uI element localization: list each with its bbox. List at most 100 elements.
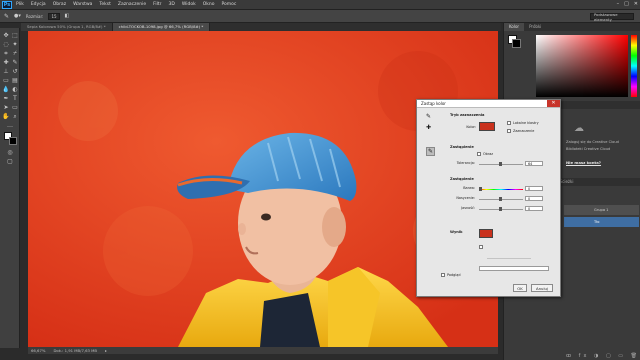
brush-preset-icon[interactable]: ●▾ xyxy=(14,13,21,19)
tab-color[interactable]: Kolor xyxy=(504,23,525,31)
gradient-tool-icon[interactable]: ▤ xyxy=(11,77,19,84)
screen-mode-icon[interactable]: ▢ xyxy=(6,158,14,165)
more-tools-icon[interactable]: … xyxy=(6,122,14,129)
healing-tool-icon[interactable]: ✚ xyxy=(2,59,10,66)
options-bar: ✎ ●▾ Rozmiar: 15 ◧ Podstawowe elementy xyxy=(0,10,640,23)
section-result: Wynik xyxy=(450,230,463,234)
layer-footer-icons[interactable]: ꝏ fx ◑ ▢ ▭ 🗑 xyxy=(566,353,640,359)
menu-item-pomoc[interactable]: Pomoc xyxy=(221,2,236,7)
fuzz-label: Tolerancja: xyxy=(456,161,475,165)
eyedropper-icon[interactable]: ✎ xyxy=(426,113,431,120)
brush-size-field[interactable]: 15 xyxy=(48,12,60,20)
preview-label: Podgląd xyxy=(447,273,461,277)
layer-row-background[interactable]: Tło xyxy=(564,217,639,227)
menu-item-widok[interactable]: Widok xyxy=(182,2,196,7)
cc-signin-text: Zaloguj się do Creative Cloud xyxy=(566,140,619,144)
selection-preview-icon[interactable]: ✎ xyxy=(426,147,435,156)
menu-item-tekst[interactable]: Tekst xyxy=(99,2,110,7)
fuzz-slider[interactable] xyxy=(479,162,523,166)
saturation-slider[interactable] xyxy=(479,197,523,201)
document-tab-child[interactable]: child-TOCKOB-1098.jpg @ 66,7% (RGB/8#) * xyxy=(112,23,211,31)
lightness-slider[interactable] xyxy=(479,207,523,211)
menu-item-edycja[interactable]: Edycja xyxy=(31,2,46,7)
quick-select-tool-icon[interactable]: ✦ xyxy=(11,41,19,48)
menu-bar: Ps Plik Edycja Obraz Warstwa Tekst Zazna… xyxy=(0,0,640,10)
crop-tool-icon[interactable]: ⌗ xyxy=(2,50,10,57)
background-color-swatch[interactable] xyxy=(9,137,17,145)
creative-cloud-icon: ☁ xyxy=(574,123,584,134)
type-tool-icon[interactable]: T xyxy=(11,95,19,102)
history-brush-tool-icon[interactable]: ↺ xyxy=(11,68,19,75)
document-tab-sepia[interactable]: Sepia Kolorowa 50% (Grupa 1, RGB/8#) * xyxy=(21,23,113,31)
marquee-tool-icon[interactable]: ⬚ xyxy=(11,32,19,39)
section-fuzz: Zastąpienie xyxy=(450,145,474,149)
color-picker-field[interactable] xyxy=(536,35,628,97)
brush-tool-icon[interactable]: ✎ xyxy=(11,59,19,66)
preview-checkbox[interactable] xyxy=(441,273,445,277)
tool-preset-icon[interactable]: ✎ xyxy=(4,13,9,20)
hand-tool-icon[interactable]: ✋ xyxy=(2,113,10,120)
menu-item-3d[interactable]: 3D xyxy=(169,2,175,7)
local-clusters-checkbox[interactable] xyxy=(507,121,511,125)
move-tool-icon[interactable]: ✥ xyxy=(2,32,10,39)
zoom-level[interactable]: 66,67% xyxy=(31,348,45,353)
dodge-tool-icon[interactable]: ◐ xyxy=(11,86,19,93)
maximize-button[interactable]: □ xyxy=(624,1,629,7)
hue-slider[interactable] xyxy=(631,35,637,97)
menu-item-plik[interactable]: Plik xyxy=(16,2,24,7)
hue-adjust-slider[interactable] xyxy=(479,187,523,191)
path-select-tool-icon[interactable]: ➤ xyxy=(2,104,10,111)
result-color-swatch[interactable] xyxy=(479,229,493,238)
preview-checkbox-2[interactable] xyxy=(479,245,483,249)
cc-account-link[interactable]: Nie masz konta? xyxy=(566,160,601,165)
tools-panel: ✥ ⬚ ◌ ✦ ⌗ ⌿ ✚ ✎ ⊥ ↺ ▭ ▤ 💧 ◐ ✒ T ➤ ▭ ✋ ⌕ … xyxy=(0,28,20,348)
menu-item-zaznaczenie[interactable]: Zaznaczenie xyxy=(118,2,146,7)
status-arrow-icon[interactable]: ▸ xyxy=(105,348,107,353)
lasso-tool-icon[interactable]: ◌ xyxy=(2,41,10,48)
tolerance-icon[interactable]: ◧ xyxy=(65,13,70,19)
document-tabs: Sepia Kolorowa 50% (Grupa 1, RGB/8#) * c… xyxy=(21,23,501,31)
zoom-tool-icon[interactable]: ⌕ xyxy=(11,113,19,120)
image-radio[interactable] xyxy=(477,152,481,156)
cancel-button[interactable]: Anuluj xyxy=(531,284,553,292)
selection-radio[interactable] xyxy=(507,129,511,133)
blur-tool-icon[interactable]: 💧 xyxy=(2,86,10,93)
hue-field[interactable]: 0 xyxy=(525,186,543,191)
section-selection: Tryb zaznaczenia xyxy=(450,113,485,117)
lightness-field[interactable]: 0 xyxy=(525,206,543,211)
hue-label: Barwa: xyxy=(463,186,475,190)
result-dropdown[interactable] xyxy=(479,266,549,271)
disabled-slider xyxy=(487,258,531,259)
eyedropper-tool-icon[interactable]: ⌿ xyxy=(11,50,19,57)
fuzz-field[interactable]: 64 xyxy=(525,161,543,166)
local-clusters-label: Lokalne klastry xyxy=(513,121,539,125)
color-panel-tabs: Kolor Próbki xyxy=(504,23,640,31)
quick-mask-icon[interactable]: ◎ xyxy=(6,149,14,156)
tab-swatches[interactable]: Próbki xyxy=(524,23,546,31)
layer-row-group[interactable]: Grupa 1 xyxy=(564,205,639,215)
lightness-label: Jasność: xyxy=(461,206,475,210)
eraser-tool-icon[interactable]: ▭ xyxy=(2,77,10,84)
saturation-label: Nasycenie: xyxy=(456,196,475,200)
close-window-button[interactable]: ✕ xyxy=(634,1,638,7)
pen-tool-icon[interactable]: ✒ xyxy=(2,95,10,102)
saturation-field[interactable]: 0 xyxy=(525,196,543,201)
minimize-button[interactable]: – xyxy=(617,1,620,7)
menu-item-okno[interactable]: Okno xyxy=(203,2,215,7)
ok-button[interactable]: OK xyxy=(513,284,527,292)
dialog-close-button[interactable]: ✕ xyxy=(547,100,560,107)
menu-item-obraz[interactable]: Obraz xyxy=(53,2,66,7)
color-label: Kolor: xyxy=(466,125,476,129)
stamp-tool-icon[interactable]: ⊥ xyxy=(2,68,10,75)
cc-library-text: Biblioteki Creative Cloud xyxy=(566,147,611,151)
dialog-title: Zastąp kolor xyxy=(421,101,446,106)
workspace-select[interactable]: Podstawowe elementy xyxy=(590,12,634,22)
menu-item-filtr[interactable]: Filtr xyxy=(153,2,161,7)
panel-background-swatch[interactable] xyxy=(512,39,521,48)
shape-tool-icon[interactable]: ▭ xyxy=(11,104,19,111)
menu-item-warstwa[interactable]: Warstwa xyxy=(73,2,92,7)
selected-color-swatch[interactable] xyxy=(479,122,495,131)
brush-mode-label: Rozmiar: xyxy=(25,13,44,19)
eyedropper-plus-icon[interactable]: ✚ xyxy=(426,124,431,131)
dialog-titlebar[interactable]: Zastąp kolor xyxy=(417,100,560,108)
